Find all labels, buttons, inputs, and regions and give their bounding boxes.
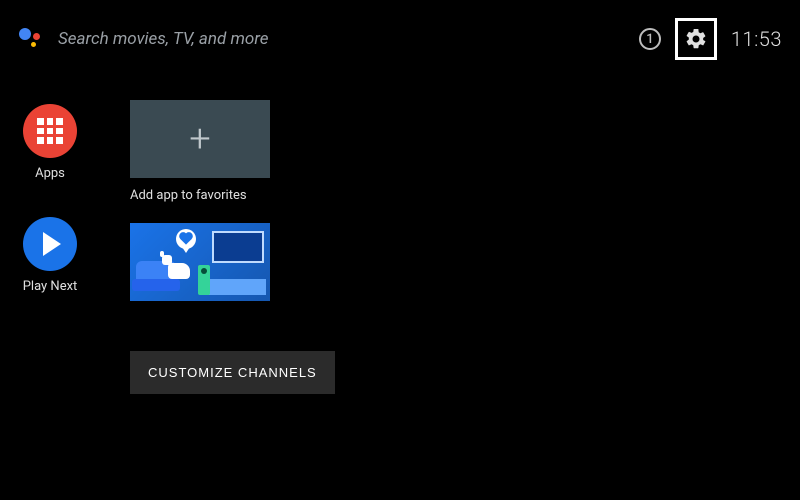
apps-icon (23, 104, 77, 158)
settings-button[interactable] (675, 18, 717, 60)
top-bar: Search movies, TV, and more 1 11:53 (0, 0, 800, 60)
main-area: + Add app to favorites CUSTOMIZE CHANNEL… (130, 100, 800, 394)
notifications-icon[interactable]: 1 (639, 28, 661, 50)
sidebar-item-apps[interactable]: Apps (23, 104, 77, 181)
customize-channels-button[interactable]: CUSTOMIZE CHANNELS (130, 351, 335, 394)
search-input[interactable]: Search movies, TV, and more (58, 29, 639, 49)
clock: 11:53 (731, 27, 782, 51)
add-favorite-label: Add app to favorites (130, 188, 800, 203)
playnext-tile[interactable] (130, 223, 270, 301)
assistant-icon (18, 26, 44, 52)
sidebar-label-apps: Apps (35, 166, 65, 181)
add-favorite-tile[interactable]: + (130, 100, 270, 178)
sidebar: Apps Play Next (0, 100, 100, 294)
content: Apps Play Next + Add app to favorites CU… (0, 100, 800, 394)
sidebar-label-playnext: Play Next (23, 279, 78, 294)
gear-icon (684, 27, 708, 51)
plus-icon: + (189, 120, 210, 158)
sidebar-item-playnext[interactable]: Play Next (23, 217, 78, 294)
top-right-controls: 1 11:53 (639, 18, 782, 60)
play-icon (23, 217, 77, 271)
